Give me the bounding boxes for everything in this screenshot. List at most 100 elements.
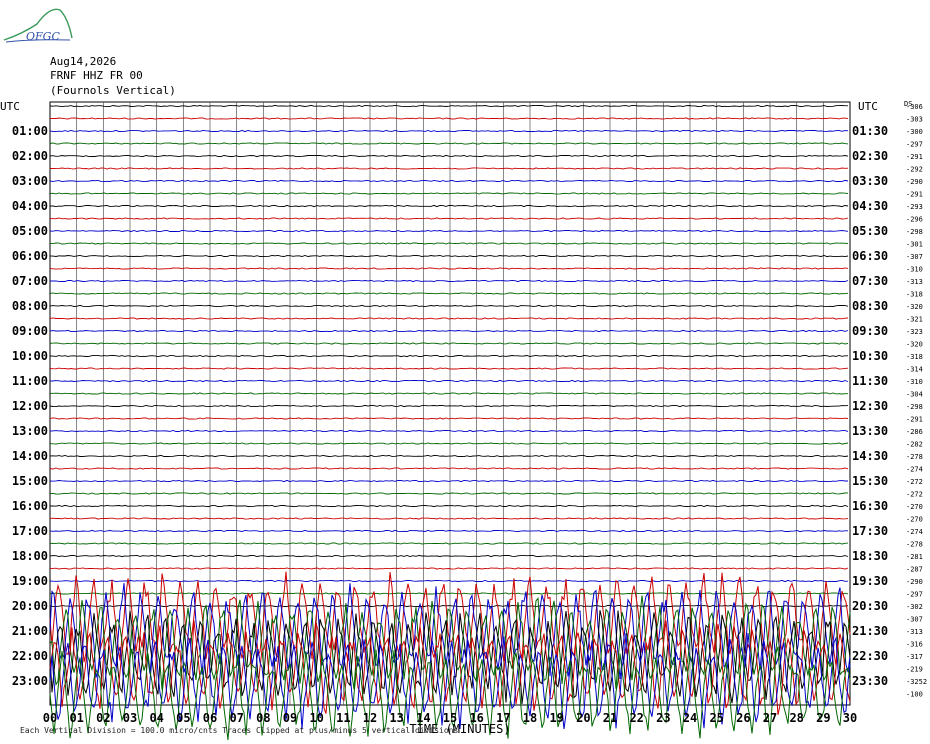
- ds-value: -297: [906, 141, 923, 149]
- x-tick-label: 00: [43, 711, 57, 725]
- right-hour-label: 10:30: [852, 349, 888, 363]
- ds-value: -306: [906, 103, 923, 111]
- left-hour-label: 10:00: [12, 349, 48, 363]
- ds-value: -307: [906, 253, 923, 261]
- x-tick-label: 08: [256, 711, 270, 725]
- x-tick-label: 11: [336, 711, 350, 725]
- right-hour-label: 13:30: [852, 424, 888, 438]
- right-hour-label: 03:30: [852, 174, 888, 188]
- ds-value: -303: [906, 116, 923, 124]
- x-tick-label: 13: [389, 711, 403, 725]
- x-tick-label: 22: [629, 711, 643, 725]
- x-tick-label: 27: [763, 711, 777, 725]
- left-hour-label: 14:00: [12, 449, 48, 463]
- footer-scale-note: Each Vertical Division = 100.0 micro/cnt…: [20, 726, 458, 735]
- seismic-trace: [49, 467, 849, 470]
- right-hour-label: 23:30: [852, 674, 888, 688]
- right-hour-label: 06:30: [852, 249, 888, 263]
- seismic-trace: [49, 179, 849, 183]
- right-hour-label: 17:30: [852, 524, 888, 538]
- x-tick-label: 04: [149, 711, 163, 725]
- seismic-trace: [49, 167, 849, 170]
- seismic-trace: [50, 592, 849, 595]
- x-tick-label: 12: [363, 711, 377, 725]
- seismic-trace: [49, 242, 849, 245]
- ds-value: -278: [906, 453, 923, 461]
- seismic-trace: [49, 217, 849, 220]
- x-tick-label: 18: [523, 711, 537, 725]
- x-tick-label: 21: [603, 711, 617, 725]
- ds-value: -291: [906, 191, 923, 199]
- ds-value: -310: [906, 378, 923, 386]
- left-hour-label: 23:00: [12, 674, 48, 688]
- left-hour-label: 02:00: [12, 149, 48, 163]
- left-hour-label: 13:00: [12, 424, 48, 438]
- x-tick-label: 24: [683, 711, 697, 725]
- seismic-trace: [49, 554, 849, 558]
- left-hour-label: 03:00: [12, 174, 48, 188]
- ds-value: -100: [906, 691, 923, 699]
- seismic-trace: [49, 229, 849, 233]
- right-hour-label: 04:30: [852, 199, 888, 213]
- ds-value: -313: [906, 628, 923, 636]
- x-tick-label: 02: [96, 711, 110, 725]
- seismic-trace: [49, 254, 849, 258]
- left-hour-label: 22:00: [12, 649, 48, 663]
- seismic-trace: [49, 354, 848, 358]
- seismic-trace: [49, 604, 849, 608]
- ds-value: -321: [906, 316, 923, 324]
- x-tick-label: 28: [789, 711, 803, 725]
- seismic-trace: [49, 492, 849, 495]
- left-hour-label: 05:00: [12, 224, 48, 238]
- right-hour-label: 09:30: [852, 324, 888, 338]
- x-tick-label: 25: [709, 711, 723, 725]
- right-hour-label: 22:30: [852, 649, 888, 663]
- ds-value: -320: [906, 341, 923, 349]
- right-hour-label: 20:30: [852, 599, 888, 613]
- x-tick-label: 30: [843, 711, 857, 725]
- x-tick-label: 23: [656, 711, 670, 725]
- right-hour-label: 01:30: [852, 124, 888, 138]
- left-hour-label: 20:00: [12, 599, 48, 613]
- ds-value: -302: [906, 603, 923, 611]
- ds-value: -314: [906, 366, 923, 374]
- x-tick-label: 03: [123, 711, 137, 725]
- ds-value: -296: [906, 216, 923, 224]
- left-hour-label: 21:00: [12, 624, 48, 638]
- ds-value: -3252: [906, 678, 927, 686]
- right-hour-label: 15:30: [852, 474, 888, 488]
- right-hour-label: 07:30: [852, 274, 888, 288]
- ds-value: -307: [906, 616, 923, 624]
- seismic-trace: [49, 317, 849, 320]
- ds-value: -298: [906, 228, 923, 236]
- x-tick-label: 01: [69, 711, 83, 725]
- right-hour-label: 21:30: [852, 624, 888, 638]
- x-tick-label: 06: [203, 711, 217, 725]
- ds-value: -290: [906, 178, 923, 186]
- ds-value: -313: [906, 278, 923, 286]
- left-hour-label: 15:00: [12, 474, 48, 488]
- left-hour-label: 09:00: [12, 324, 48, 338]
- seismogram-chart: UTC UTC DS01:0002:0003:0004:0005:0006:0007…: [0, 100, 927, 741]
- ds-value: -278: [906, 541, 923, 549]
- ds-value: -304: [906, 391, 923, 399]
- ds-value: -318: [906, 291, 923, 299]
- ds-value: -300: [906, 128, 923, 136]
- ds-value: -290: [906, 578, 923, 586]
- seismic-trace: [49, 292, 849, 295]
- ds-value: -316: [906, 641, 923, 649]
- ds-value: -297: [906, 591, 923, 599]
- seismic-trace: [49, 442, 849, 445]
- left-hour-label: 01:00: [12, 124, 48, 138]
- x-tick-label: 26: [736, 711, 750, 725]
- ds-value: -287: [906, 566, 923, 574]
- right-utc-label: UTC: [858, 100, 878, 113]
- seismic-trace: [49, 417, 849, 420]
- seismic-trace: [49, 329, 849, 333]
- seismic-trace: [49, 529, 848, 533]
- seismic-trace: [49, 142, 849, 145]
- seismic-trace: [50, 117, 849, 120]
- left-hour-label: 17:00: [12, 524, 48, 538]
- seismic-trace: [49, 579, 849, 583]
- left-hour-label: 12:00: [12, 399, 48, 413]
